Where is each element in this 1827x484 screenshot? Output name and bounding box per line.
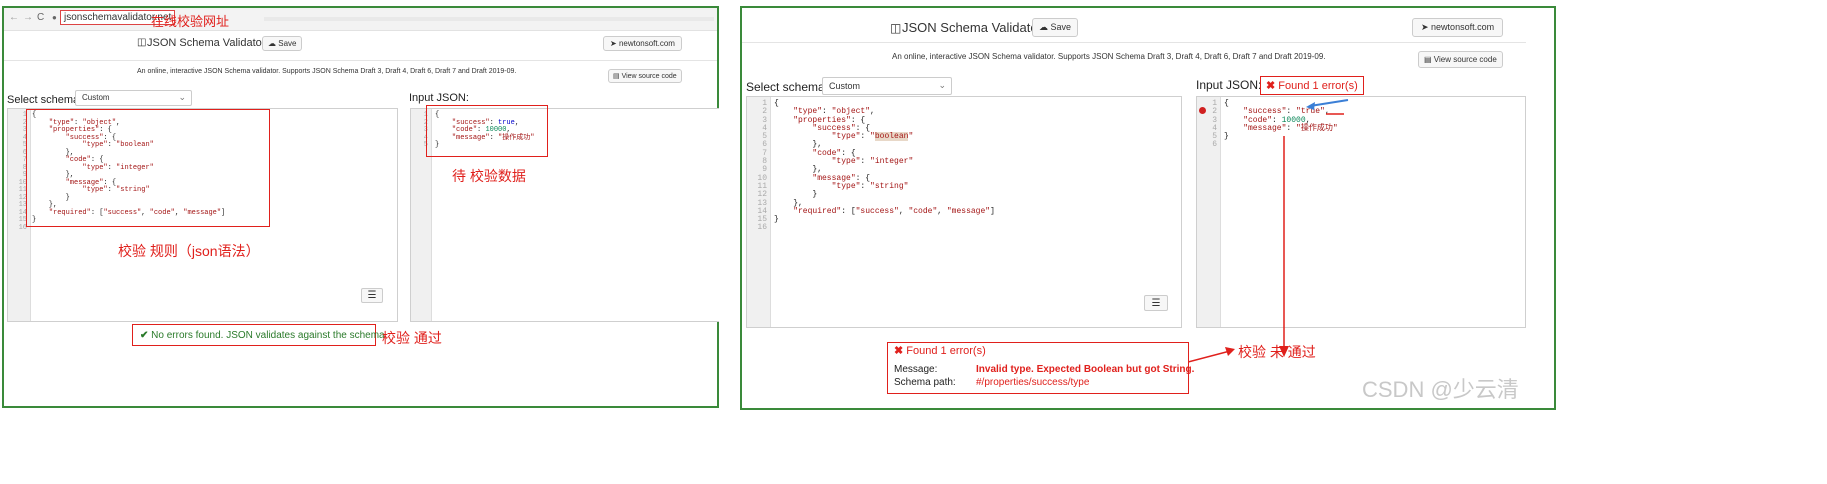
error-title: ✖ Found 1 error(s) bbox=[894, 344, 986, 357]
newtonsoft-label: newtonsoft.com bbox=[618, 39, 675, 48]
app-title: JSON Schema Validator bbox=[147, 37, 266, 49]
schema-annotation-box bbox=[26, 109, 270, 227]
left-screenshot-panel: ← → C ● jsonschemavalidator.net 在线校验网址 ◫… bbox=[2, 6, 719, 408]
subtitle: An online, interactive JSON Schema valid… bbox=[892, 52, 1326, 61]
shield-icon: ◫ bbox=[137, 37, 147, 48]
back-button[interactable]: ← bbox=[9, 12, 19, 23]
success-text: No errors found. JSON validates against … bbox=[151, 330, 385, 341]
cloud-save-icon: ☁ bbox=[1039, 22, 1051, 32]
result-annotation: 校验 通过 bbox=[382, 330, 442, 346]
input-annotation-box bbox=[426, 105, 548, 157]
reload-button[interactable]: C bbox=[37, 12, 44, 23]
cross-icon: ✖ bbox=[1266, 80, 1279, 92]
input-line-numbers: 1 2 3 4 5 6 bbox=[1212, 99, 1217, 150]
newtonsoft-link[interactable]: ➤ newtonsoft.com bbox=[603, 36, 682, 51]
header-divider bbox=[742, 42, 1526, 43]
view-source-label: View source code bbox=[621, 73, 677, 80]
error-title-text: Found 1 error(s) bbox=[906, 345, 986, 357]
document-icon: ▤ bbox=[613, 73, 622, 80]
subtitle: An online, interactive JSON Schema valid… bbox=[137, 68, 517, 75]
header-divider bbox=[4, 60, 717, 61]
save-button[interactable]: ☁ Save bbox=[1032, 18, 1079, 37]
check-icon: ✔ bbox=[140, 330, 152, 341]
format-schema-button[interactable]: ☰ bbox=[361, 288, 383, 303]
save-label: Save bbox=[278, 39, 297, 48]
shield-icon: ◫ bbox=[890, 21, 902, 35]
schema-code: { "type": "object", "properties": { "suc… bbox=[774, 99, 995, 225]
schema-select-value: Custom bbox=[82, 93, 110, 102]
input-json-label: Input JSON: bbox=[1196, 78, 1262, 92]
save-button[interactable]: ☁ Save bbox=[262, 36, 303, 51]
select-schema-label: Select schema: bbox=[7, 94, 83, 106]
csdn-watermark: CSDN @少云清 bbox=[1362, 377, 1519, 402]
app-header: ◫ JSON Schema Validator ☁ Save ➤ newtons… bbox=[4, 34, 717, 56]
send-icon: ➤ bbox=[610, 39, 619, 48]
format-icon: ☰ bbox=[1151, 298, 1161, 309]
cross-icon: ✖ bbox=[894, 345, 907, 357]
view-source-label: View source code bbox=[1433, 55, 1497, 64]
schema-line-numbers: 1 2 3 4 5 6 7 8 9 10 11 12 13 14 15 16 bbox=[18, 111, 27, 232]
select-schema-label: Select schema: bbox=[746, 80, 829, 94]
view-source-button[interactable]: ▤ View source code bbox=[1418, 51, 1503, 68]
highlight-arrow bbox=[1306, 99, 1349, 115]
schema-line-numbers: 1 2 3 4 5 6 7 8 9 10 11 12 13 14 15 16 bbox=[757, 99, 767, 233]
input-annotation: 待 校验数据 bbox=[452, 168, 526, 184]
fail-arrow bbox=[1188, 347, 1235, 363]
schema-select-value: Custom bbox=[829, 81, 861, 91]
schema-path-value: #/properties/success/type bbox=[976, 377, 1090, 388]
chevron-down-icon: ⌄ bbox=[938, 80, 946, 90]
newtonsoft-link[interactable]: ➤ newtonsoft.com bbox=[1412, 18, 1504, 37]
format-icon: ☰ bbox=[367, 290, 377, 301]
view-source-button[interactable]: ▤ View source code bbox=[608, 69, 682, 83]
cloud-save-icon: ☁ bbox=[268, 39, 279, 48]
schema-annotation: 校验 规则（json语法） bbox=[118, 243, 260, 259]
format-schema-button[interactable]: ☰ bbox=[1144, 295, 1168, 311]
browser-toolbar: ← → C ● jsonschemavalidator.net 在线校验网址 bbox=[4, 8, 717, 31]
lock-icon: ● bbox=[52, 13, 57, 22]
document-icon: ▤ bbox=[1424, 55, 1434, 64]
save-label: Save bbox=[1050, 22, 1072, 32]
forward-button[interactable]: → bbox=[23, 12, 33, 23]
fail-annotation: 校验 未 通过 bbox=[1238, 344, 1316, 360]
schema-editor[interactable]: 1 2 3 4 5 6 7 8 9 10 11 12 13 14 15 16 {… bbox=[746, 96, 1182, 328]
validation-success-message: ✔ No errors found. JSON validates agains… bbox=[132, 324, 385, 346]
input-json-editor[interactable]: 1 2 3 4 5 6 { "success": "true", "code":… bbox=[1196, 96, 1526, 328]
input-json-label: Input JSON: bbox=[409, 92, 469, 104]
schema-select[interactable]: Custom ⌄ bbox=[75, 90, 192, 106]
app-title: JSON Schema Validator bbox=[902, 20, 1042, 35]
right-screenshot-panel: ◫ JSON Schema Validator ☁ Save ➤ newtons… bbox=[740, 6, 1556, 410]
message-label: Message: bbox=[894, 364, 938, 375]
message-value: Invalid type. Expected Boolean but got S… bbox=[976, 364, 1195, 375]
error-badge: ✖ Found 1 error(s) bbox=[1260, 76, 1364, 95]
chevron-down-icon: ⌄ bbox=[178, 92, 186, 102]
url-annotation: 在线校验网址 bbox=[151, 14, 230, 29]
send-icon: ➤ bbox=[1421, 22, 1432, 32]
schema-select[interactable]: Custom ⌄ bbox=[822, 77, 952, 95]
schema-path-label: Schema path: bbox=[894, 377, 956, 388]
url-bar-track bbox=[264, 17, 714, 21]
error-badge-text: Found 1 error(s) bbox=[1278, 80, 1358, 92]
newtonsoft-label: newtonsoft.com bbox=[1431, 22, 1495, 32]
error-pointer-arrow bbox=[1279, 136, 1289, 357]
